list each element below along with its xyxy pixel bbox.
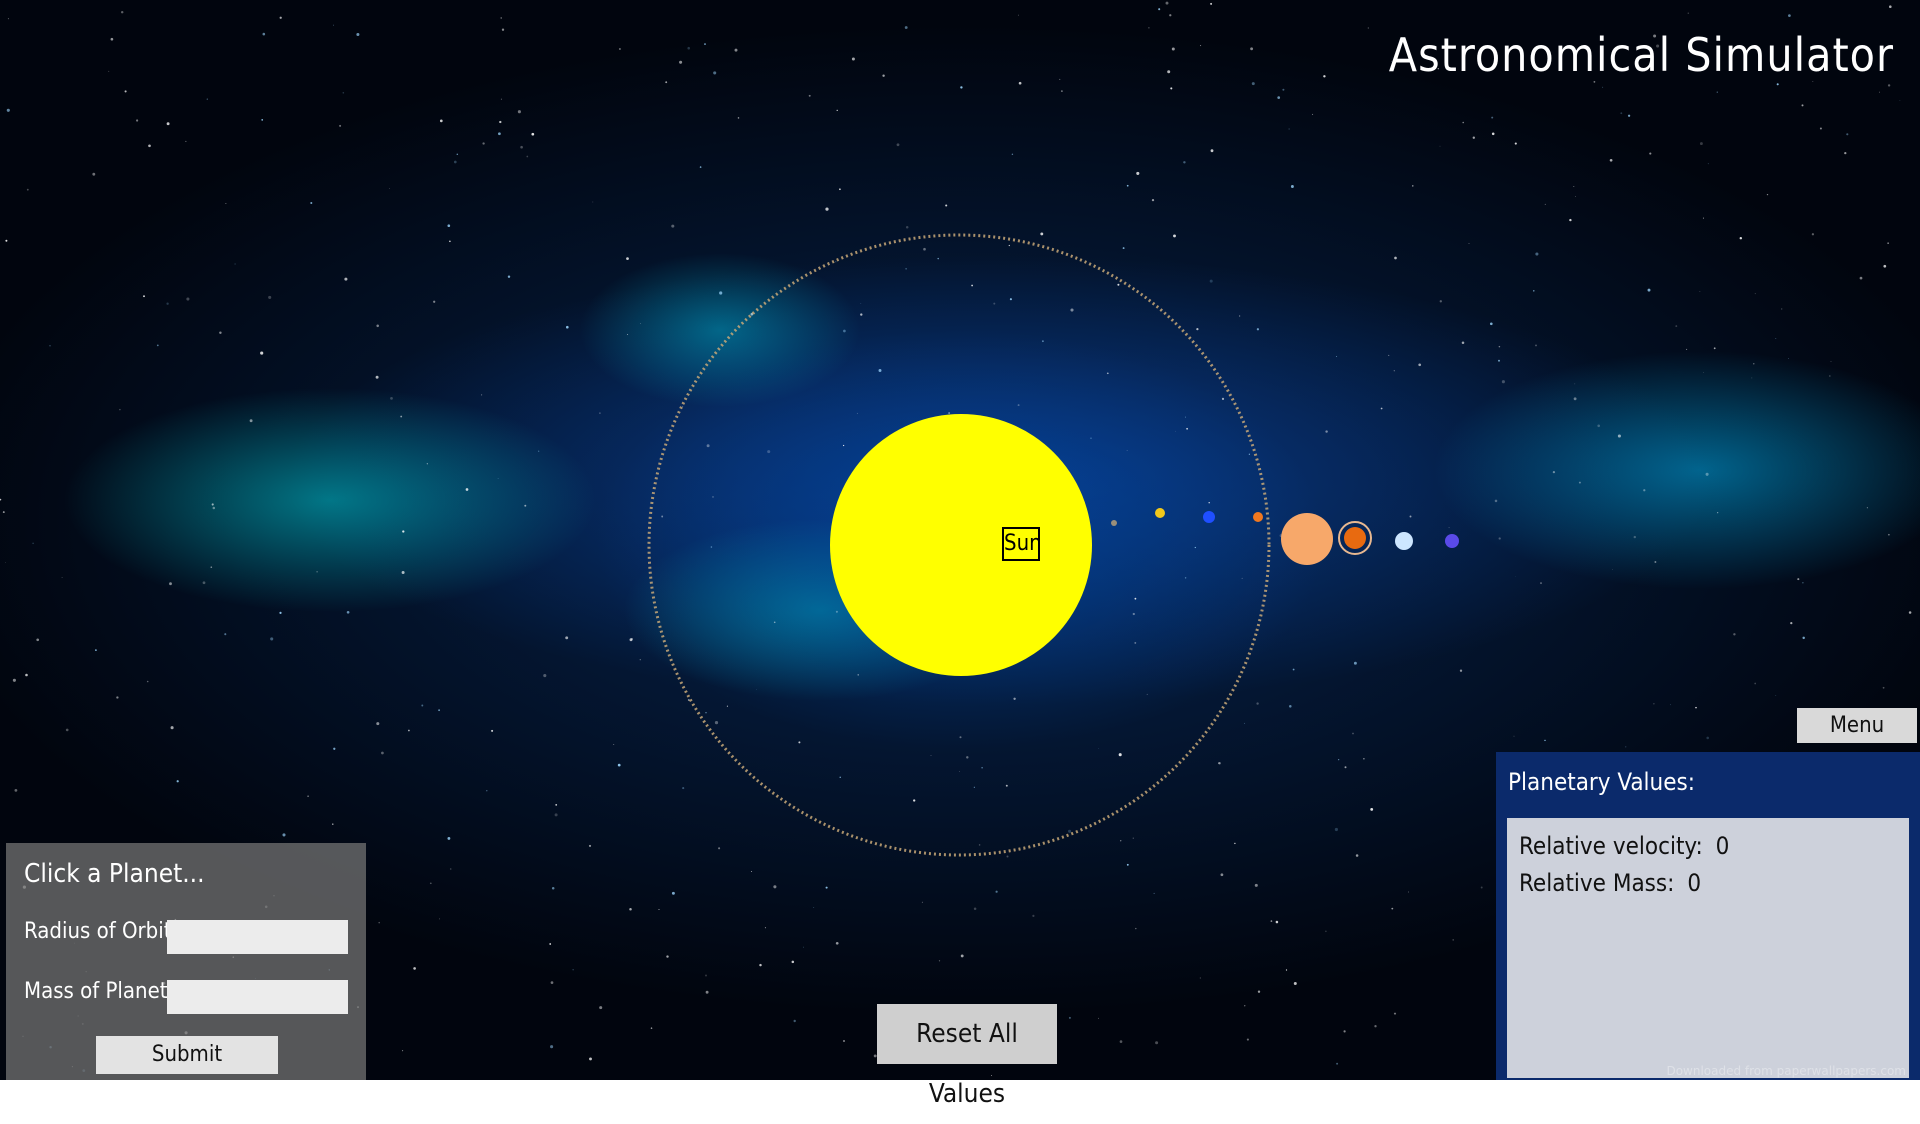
mass-row: Relative Mass: 0 bbox=[1519, 869, 1707, 897]
submit-button[interactable]: Submit bbox=[96, 1036, 278, 1074]
mass-label: Mass of Planet: bbox=[24, 979, 175, 1004]
relative-mass-value: 0 bbox=[1687, 869, 1702, 897]
planet-neptune[interactable] bbox=[1445, 534, 1459, 548]
watermark: Downloaded from paperwallpapers.com bbox=[1666, 1064, 1906, 1078]
relative-mass-label: Relative Mass: bbox=[1519, 869, 1675, 897]
planetary-values-panel: Planetary Values: Relative velocity: 0 R… bbox=[1496, 752, 1920, 1080]
radius-input[interactable] bbox=[167, 920, 348, 954]
planet-jupiter[interactable] bbox=[1281, 513, 1333, 565]
velocity-label: Relative velocity: bbox=[1519, 832, 1703, 860]
planet-mercury[interactable] bbox=[1111, 520, 1117, 526]
velocity-row: Relative velocity: 0 bbox=[1519, 832, 1735, 860]
planet-uranus[interactable] bbox=[1395, 532, 1413, 550]
menu-button[interactable]: Menu bbox=[1797, 708, 1917, 743]
mass-input[interactable] bbox=[167, 980, 348, 1014]
reset-all-button[interactable]: Reset All Values bbox=[877, 1004, 1057, 1109]
sun-label[interactable]: Sun bbox=[1002, 527, 1042, 561]
radius-label: Radius of Orbit: bbox=[24, 919, 179, 944]
panel-heading: Click a Planet... bbox=[24, 859, 205, 889]
planet-earth[interactable] bbox=[1203, 511, 1215, 523]
sun[interactable] bbox=[830, 414, 1092, 676]
planet-edit-panel: Click a Planet... Radius of Orbit: Mass … bbox=[6, 843, 366, 1080]
values-heading: Planetary Values: bbox=[1508, 768, 1696, 796]
app-title: Astronomical Simulator bbox=[1388, 28, 1894, 82]
planet-mars[interactable] bbox=[1253, 512, 1263, 522]
planet-venus[interactable] bbox=[1155, 508, 1165, 518]
velocity-value: 0 bbox=[1715, 832, 1730, 860]
planet-saturn[interactable] bbox=[1344, 527, 1366, 549]
values-box: Relative velocity: 0 Relative Mass: 0 bbox=[1507, 818, 1909, 1078]
